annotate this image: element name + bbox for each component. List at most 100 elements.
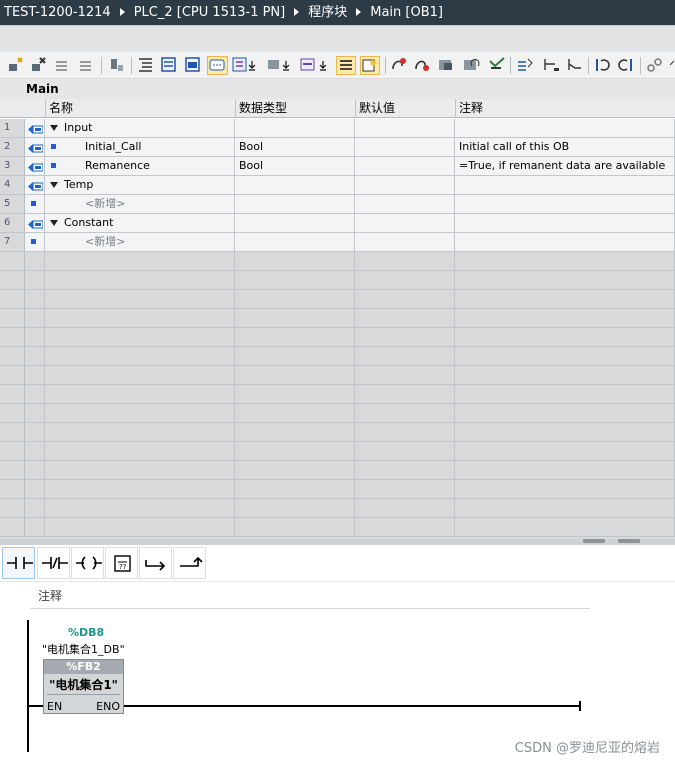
datatype-cell[interactable] — [235, 290, 355, 308]
datatype-cell[interactable] — [235, 271, 355, 289]
row-number[interactable] — [0, 252, 25, 270]
default-cell[interactable] — [355, 195, 455, 213]
breadcrumb-block[interactable]: Main [OB1] — [370, 5, 443, 20]
table-row[interactable]: 7 <新增> — [0, 233, 675, 252]
default-cell[interactable] — [355, 328, 455, 346]
favorites-icon[interactable] — [232, 56, 260, 75]
row-number[interactable] — [0, 366, 25, 384]
name-cell[interactable] — [45, 480, 235, 498]
comment-cell[interactable] — [455, 347, 675, 365]
comment-cell[interactable] — [455, 442, 675, 460]
comment-cell[interactable] — [455, 461, 675, 479]
datatype-cell[interactable]: Bool — [235, 138, 355, 156]
empty-box-button[interactable]: ?? — [105, 547, 138, 579]
name-cell[interactable] — [45, 423, 235, 441]
column-header-default[interactable]: 默认值 — [355, 99, 455, 117]
table-row[interactable] — [0, 309, 675, 328]
expand-all-icon[interactable] — [541, 56, 561, 75]
default-cell[interactable] — [355, 119, 455, 137]
name-cell[interactable] — [45, 271, 235, 289]
datatype-cell[interactable] — [235, 518, 355, 536]
default-cell[interactable] — [355, 157, 455, 175]
default-cell[interactable] — [355, 404, 455, 422]
table-row[interactable]: 6 Constant — [0, 214, 675, 233]
table-row[interactable] — [0, 347, 675, 366]
datatype-cell[interactable] — [235, 385, 355, 403]
table-row[interactable] — [0, 499, 675, 518]
table-row[interactable]: 2 Initial_Call Bool Initial call of this OB — [0, 138, 675, 157]
call-environment-icon[interactable] — [646, 56, 664, 75]
collapse-triangle-icon[interactable] — [50, 125, 58, 131]
comment-cell[interactable] — [455, 271, 675, 289]
open-all-networks-icon[interactable] — [160, 56, 177, 75]
comment-cell[interactable] — [455, 499, 675, 517]
close-all-networks-icon[interactable] — [184, 56, 201, 75]
datatype-cell[interactable] — [235, 119, 355, 137]
name-cell[interactable] — [45, 290, 235, 308]
table-row[interactable] — [0, 385, 675, 404]
name-cell[interactable]: Input — [45, 119, 235, 137]
comment-cell[interactable] — [455, 518, 675, 536]
go-to-icon[interactable] — [266, 56, 294, 75]
default-cell[interactable] — [355, 423, 455, 441]
datatype-cell[interactable] — [235, 480, 355, 498]
monitor-with-trigger-icon[interactable] — [617, 56, 635, 75]
open-branch-button[interactable] — [139, 547, 172, 579]
name-cell[interactable]: <新增> — [45, 195, 235, 213]
network-comment-field[interactable]: 注释 — [30, 583, 590, 609]
row-number[interactable] — [0, 499, 25, 517]
insert-row-icon[interactable] — [7, 56, 24, 75]
comment-cell[interactable] — [455, 480, 675, 498]
block-properties-icon[interactable] — [108, 56, 125, 75]
table-row[interactable] — [0, 252, 675, 271]
datatype-cell[interactable]: Bool — [235, 157, 355, 175]
default-cell[interactable] — [355, 442, 455, 460]
fb-call-box[interactable]: %FB2 "电机集合1" EN ENO — [43, 659, 124, 714]
no-contact-button[interactable] — [2, 547, 35, 579]
column-header-datatype[interactable]: 数据类型 — [235, 99, 355, 117]
table-row[interactable] — [0, 404, 675, 423]
display-favorites-icon[interactable] — [360, 56, 380, 75]
breadcrumb-plc[interactable]: PLC_2 [CPU 1513-1 PN] — [134, 5, 286, 20]
breadcrumb-project[interactable]: TEST-1200-1214 — [4, 5, 111, 20]
default-cell[interactable] — [355, 347, 455, 365]
set-breakpoint-icon[interactable] — [390, 56, 408, 75]
network-comments-toggle-icon[interactable] — [207, 56, 228, 75]
row-number[interactable]: 1 — [0, 119, 25, 137]
default-cell[interactable] — [355, 518, 455, 536]
name-cell[interactable] — [45, 461, 235, 479]
comment-cell[interactable] — [455, 195, 675, 213]
breadcrumb-program-blocks[interactable]: 程序块 — [308, 5, 347, 20]
collapse-all-icon[interactable] — [565, 56, 585, 75]
datatype-cell[interactable] — [235, 442, 355, 460]
default-cell[interactable] — [355, 176, 455, 194]
row-number[interactable]: 5 — [0, 195, 25, 213]
datatype-cell[interactable] — [235, 309, 355, 327]
fb-en-pin[interactable]: EN — [47, 700, 62, 713]
datatype-cell[interactable] — [235, 252, 355, 270]
column-header-name[interactable]: 名称 — [45, 99, 235, 117]
name-cell[interactable] — [45, 518, 235, 536]
indent-icon[interactable] — [137, 56, 154, 75]
instance-db-name[interactable]: "电机集合1_DB" — [42, 641, 125, 657]
monitor-on-off-icon[interactable] — [593, 56, 611, 75]
row-number[interactable]: 2 — [0, 138, 25, 156]
comment-cell[interactable] — [455, 385, 675, 403]
row-number[interactable] — [0, 309, 25, 327]
datatype-cell[interactable] — [235, 176, 355, 194]
splitter-up-icon[interactable] — [583, 539, 605, 543]
name-cell[interactable] — [45, 499, 235, 517]
datatype-cell[interactable] — [235, 366, 355, 384]
name-cell[interactable]: Constant — [45, 214, 235, 232]
name-cell[interactable]: Temp — [45, 176, 235, 194]
table-row[interactable] — [0, 480, 675, 499]
name-cell[interactable] — [45, 366, 235, 384]
name-cell[interactable] — [45, 252, 235, 270]
instruction-list-view-icon[interactable] — [336, 56, 356, 75]
snapshot-icon[interactable] — [437, 56, 457, 75]
name-cell[interactable]: Remanence — [45, 157, 235, 175]
table-row[interactable] — [0, 461, 675, 480]
datatype-cell[interactable] — [235, 214, 355, 232]
row-number[interactable] — [0, 518, 25, 536]
row-number[interactable] — [0, 271, 25, 289]
